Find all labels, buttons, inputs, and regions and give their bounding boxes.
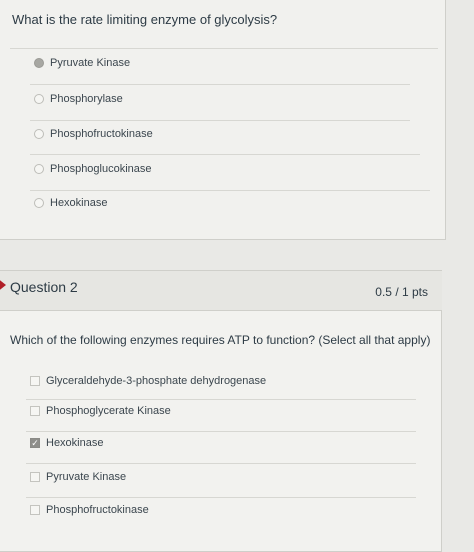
question-2-text: Which of the following enzymes requires … [10,333,431,347]
divider [26,431,416,432]
question-2-points: 0.5 / 1 pts [375,285,428,299]
radio-button[interactable] [34,198,44,208]
answer-label: Phosphofructokinase [46,504,149,516]
divider [26,463,416,464]
answer-label: Phosphorylase [50,93,123,105]
checkbox[interactable] [30,472,40,482]
checkbox-checked[interactable]: ✓ [30,438,40,448]
question-1-text: What is the rate limiting enzyme of glyc… [12,12,278,27]
answer-option[interactable]: Pyruvate Kinase [34,57,130,69]
answer-option[interactable]: Pyruvate Kinase [30,471,126,483]
answer-label: Pyruvate Kinase [50,57,131,69]
answer-option[interactable]: Phosphofructokinase [30,504,149,516]
answer-option[interactable]: Phosphoglycerate Kinase [30,405,171,417]
answer-label: Phosphoglycerate Kinase [46,405,171,417]
radio-button[interactable] [34,129,44,139]
divider [26,497,416,498]
answer-option[interactable]: Phosphoglucokinase [34,163,152,175]
answer-label: Hexokinase [46,437,104,449]
question-2-header: Question 2 0.5 / 1 pts [0,271,442,311]
divider [30,190,430,191]
answer-option[interactable]: ✓ Hexokinase [30,437,103,449]
divider [30,154,420,155]
answer-option[interactable]: Phosphorylase [34,93,123,105]
answer-option[interactable]: Hexokinase [34,197,107,209]
answer-option[interactable]: Glyceraldehyde-3-phosphate dehydrogenase [30,375,266,387]
quiz-page: What is the rate limiting enzyme of glyc… [0,0,474,552]
radio-button[interactable] [34,164,44,174]
answer-label: Phosphofructokinase [50,128,153,140]
radio-button[interactable] [34,58,44,68]
question-2-title: Question 2 [10,279,78,295]
checkbox[interactable] [30,406,40,416]
checkbox[interactable] [30,376,40,386]
answer-option[interactable]: Phosphofructokinase [34,128,153,140]
answer-label: Phosphoglucokinase [50,163,152,175]
answer-label: Hexokinase [50,197,108,209]
flag-marker-icon [0,277,6,293]
divider [30,120,410,121]
divider [10,48,438,49]
divider [26,399,416,400]
radio-button[interactable] [34,94,44,104]
question-1-card: What is the rate limiting enzyme of glyc… [0,0,446,240]
divider [30,84,410,85]
question-2-card: Question 2 0.5 / 1 pts Which of the foll… [0,270,442,552]
checkbox[interactable] [30,505,40,515]
answer-label: Pyruvate Kinase [46,471,127,483]
answer-label: Glyceraldehyde-3-phosphate dehydrogenase [46,375,267,387]
